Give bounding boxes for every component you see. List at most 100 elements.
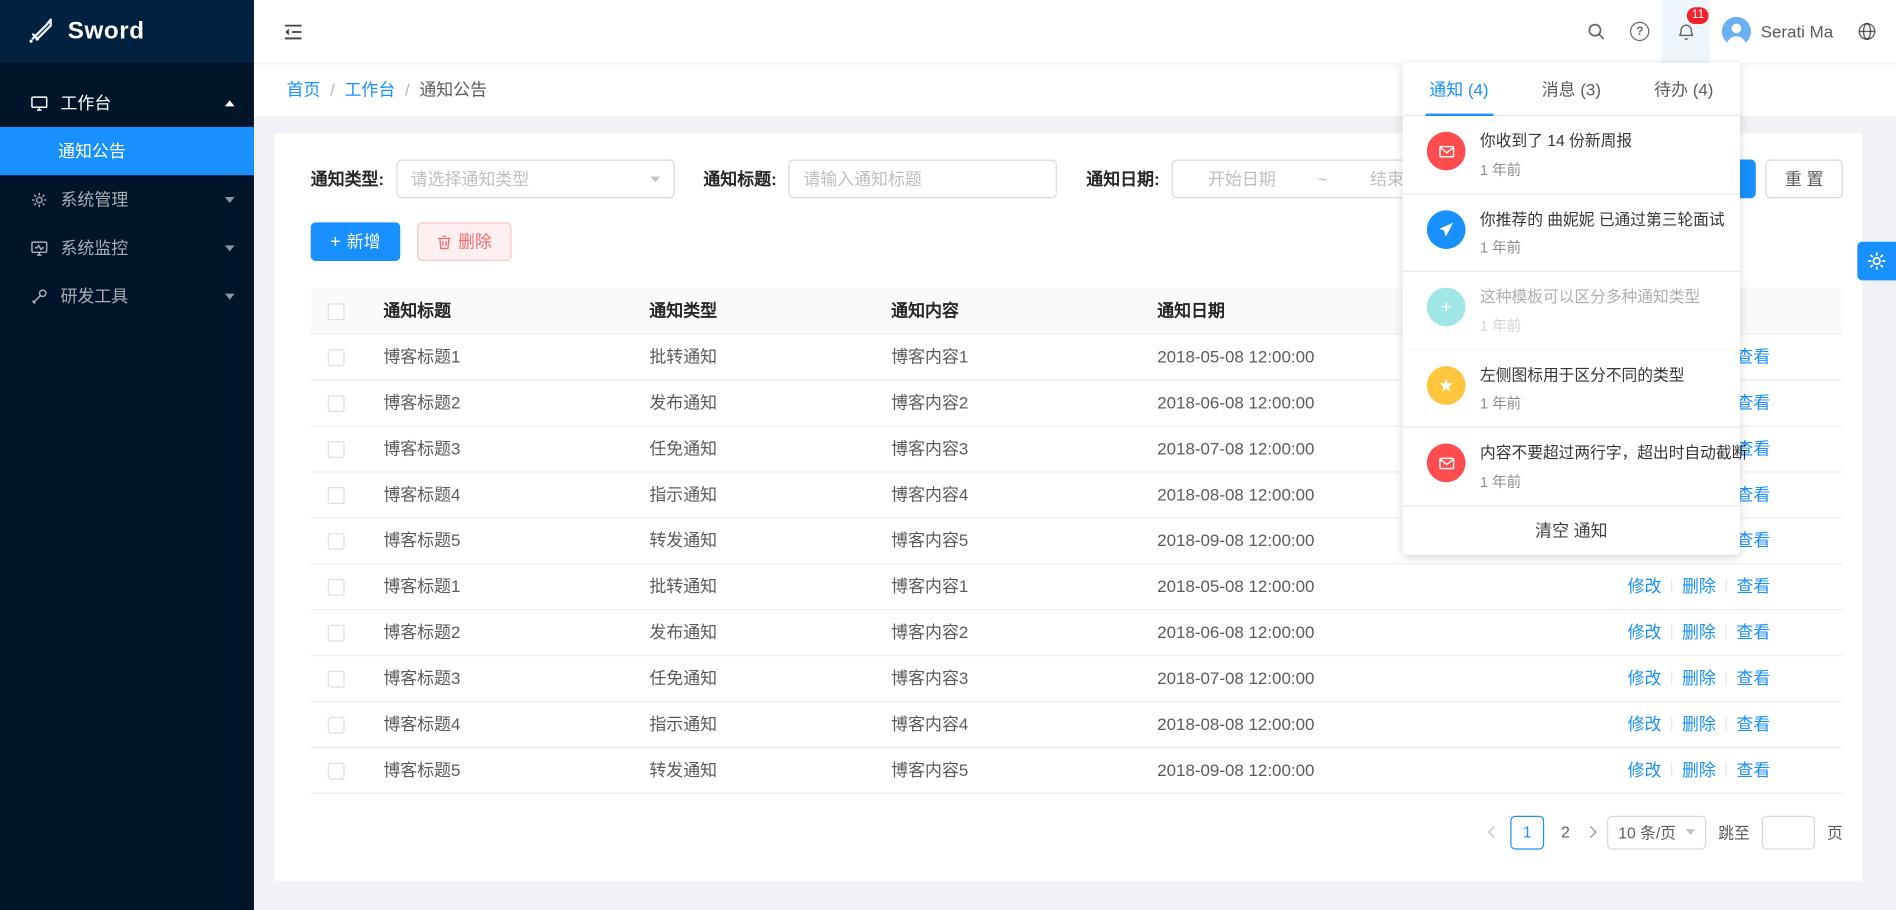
view-link[interactable]: 查看 xyxy=(1736,668,1770,687)
row-checkbox[interactable] xyxy=(328,441,345,458)
cell-title: 博客标题4 xyxy=(383,701,649,747)
view-link[interactable]: 查看 xyxy=(1736,393,1770,412)
row-checkbox[interactable] xyxy=(328,625,345,642)
edit-link[interactable]: 修改 xyxy=(1628,760,1662,779)
next-page-icon[interactable] xyxy=(1585,826,1597,838)
cell-title: 博客标题5 xyxy=(383,747,649,793)
cell-date: 2018-09-08 12:00:00 xyxy=(1157,747,1483,793)
cell-content: 博客内容3 xyxy=(891,425,1157,471)
edit-link[interactable]: 修改 xyxy=(1628,576,1662,595)
notification-item[interactable]: 内容不要超过两行字，超出时自动截断 1 年前 xyxy=(1403,428,1740,506)
row-checkbox[interactable] xyxy=(328,763,345,780)
breadcrumb-current: 通知公告 xyxy=(419,77,487,101)
tab-messages[interactable]: 消息 (3) xyxy=(1515,63,1627,115)
delete-button[interactable]: 删除 xyxy=(417,222,511,261)
edit-link[interactable]: 修改 xyxy=(1628,668,1662,687)
cell-date: 2018-07-08 12:00:00 xyxy=(1157,655,1483,701)
select-placeholder: 请选择通知类型 xyxy=(411,167,530,191)
prev-page-icon[interactable] xyxy=(1488,826,1500,838)
notification-item[interactable]: + 这种模板可以区分多种通知类型 1 年前 xyxy=(1403,272,1740,350)
breadcrumb-home[interactable]: 首页 xyxy=(287,77,321,101)
delete-link[interactable]: 删除 xyxy=(1682,714,1716,733)
cell-title: 博客标题3 xyxy=(383,425,649,471)
jump-page-input[interactable] xyxy=(1762,815,1815,849)
app-root: Sword 工作台 通知公告 xyxy=(0,0,1896,910)
tab-notifications[interactable]: 通知 (4) xyxy=(1403,63,1515,115)
row-checkbox[interactable] xyxy=(328,533,345,550)
delete-link[interactable]: 删除 xyxy=(1682,622,1716,641)
row-checkbox[interactable] xyxy=(328,717,345,734)
user-menu[interactable]: Serati Ma xyxy=(1710,0,1845,63)
row-checkbox[interactable] xyxy=(328,349,345,366)
notification-time: 1 年前 xyxy=(1480,159,1632,180)
view-link[interactable]: 查看 xyxy=(1736,714,1770,733)
edit-link[interactable]: 修改 xyxy=(1628,622,1662,641)
notification-item[interactable]: ★ 左侧图标用于区分不同的类型 1 年前 xyxy=(1403,350,1740,428)
cell-content: 博客内容5 xyxy=(891,747,1157,793)
notification-time: 1 年前 xyxy=(1480,471,1747,492)
cell-title: 博客标题1 xyxy=(383,334,649,380)
view-link[interactable]: 查看 xyxy=(1736,622,1770,641)
question-glyph: ? xyxy=(1630,22,1649,41)
row-checkbox[interactable] xyxy=(328,671,345,688)
page-size-select[interactable]: 10 条/页 xyxy=(1607,815,1706,849)
reset-button[interactable]: 重 置 xyxy=(1766,160,1843,199)
view-link[interactable]: 查看 xyxy=(1736,760,1770,779)
delete-link[interactable]: 删除 xyxy=(1682,576,1716,595)
tab-todos[interactable]: 待办 (4) xyxy=(1628,63,1740,115)
delete-link[interactable]: 删除 xyxy=(1682,668,1716,687)
sidebar-item-system-management[interactable]: 系统管理 xyxy=(0,175,254,223)
notice-title-input[interactable] xyxy=(803,169,1042,188)
sidebar-item-system-monitor[interactable]: 系统监控 xyxy=(0,224,254,272)
view-link[interactable]: 查看 xyxy=(1736,576,1770,595)
row-checkbox[interactable] xyxy=(328,487,345,504)
chevron-down-icon xyxy=(1686,829,1696,835)
row-checkbox[interactable] xyxy=(328,579,345,596)
cell-type: 发布通知 xyxy=(649,379,891,425)
chevron-down-icon xyxy=(650,176,660,182)
notifications-button[interactable]: 11 xyxy=(1662,0,1710,63)
add-button[interactable]: + 新增 xyxy=(311,222,400,261)
notification-item[interactable]: 你推荐的 曲妮妮 已通过第三轮面试 1 年前 xyxy=(1403,194,1740,272)
cell-title: 博客标题3 xyxy=(383,655,649,701)
cell-type: 批转通知 xyxy=(649,334,891,380)
user-name: Serati Ma xyxy=(1761,22,1833,41)
notification-time: 1 年前 xyxy=(1480,315,1700,336)
cell-content: 博客内容3 xyxy=(891,655,1157,701)
sidebar: Sword 工作台 通知公告 xyxy=(0,0,254,910)
cell-title: 博客标题4 xyxy=(383,471,649,517)
plus-icon: + xyxy=(1427,288,1466,327)
pagination: 1 2 10 条/页 跳至 页 xyxy=(311,815,1843,849)
cell-date: 2018-08-08 12:00:00 xyxy=(1157,701,1483,747)
page-button-2[interactable]: 2 xyxy=(1556,823,1574,841)
row-checkbox[interactable] xyxy=(328,395,345,412)
notification-item[interactable]: 你收到了 14 份新周报 1 年前 xyxy=(1403,116,1740,194)
search-icon[interactable] xyxy=(1574,0,1618,63)
settings-gear-button[interactable] xyxy=(1857,242,1896,281)
delete-link[interactable]: 删除 xyxy=(1682,760,1716,779)
help-icon[interactable]: ? xyxy=(1618,0,1662,63)
cell-type: 任免通知 xyxy=(649,655,891,701)
notification-time: 1 年前 xyxy=(1480,237,1725,258)
language-globe-icon[interactable] xyxy=(1845,0,1889,63)
page-button-1[interactable]: 1 xyxy=(1510,815,1544,849)
breadcrumb-workbench[interactable]: 工作台 xyxy=(344,77,395,101)
filter-notice-title: 通知标题: xyxy=(703,160,1057,199)
edit-link[interactable]: 修改 xyxy=(1628,714,1662,733)
chevron-down-icon xyxy=(225,293,235,299)
cell-type: 转发通知 xyxy=(649,747,891,793)
sidebar-item-dev-tools[interactable]: 研发工具 xyxy=(0,272,254,320)
cell-type: 指示通知 xyxy=(649,471,891,517)
app-logo[interactable]: Sword xyxy=(0,0,254,63)
select-all-checkbox[interactable] xyxy=(328,303,345,320)
start-date-input[interactable] xyxy=(1186,169,1297,188)
clear-notifications-button[interactable]: 清空 通知 xyxy=(1403,506,1740,554)
menu-fold-icon[interactable] xyxy=(254,0,333,63)
view-link[interactable]: 查看 xyxy=(1736,347,1770,366)
notification-title: 你收到了 14 份新周报 xyxy=(1480,129,1632,153)
sidebar-item-notice-announcement[interactable]: 通知公告 xyxy=(0,127,254,175)
sidebar-item-workbench[interactable]: 工作台 xyxy=(0,79,254,127)
column-header-content: 通知内容 xyxy=(891,288,1157,334)
notice-type-select[interactable]: 请选择通知类型 xyxy=(396,160,674,199)
view-link[interactable]: 查看 xyxy=(1736,531,1770,550)
